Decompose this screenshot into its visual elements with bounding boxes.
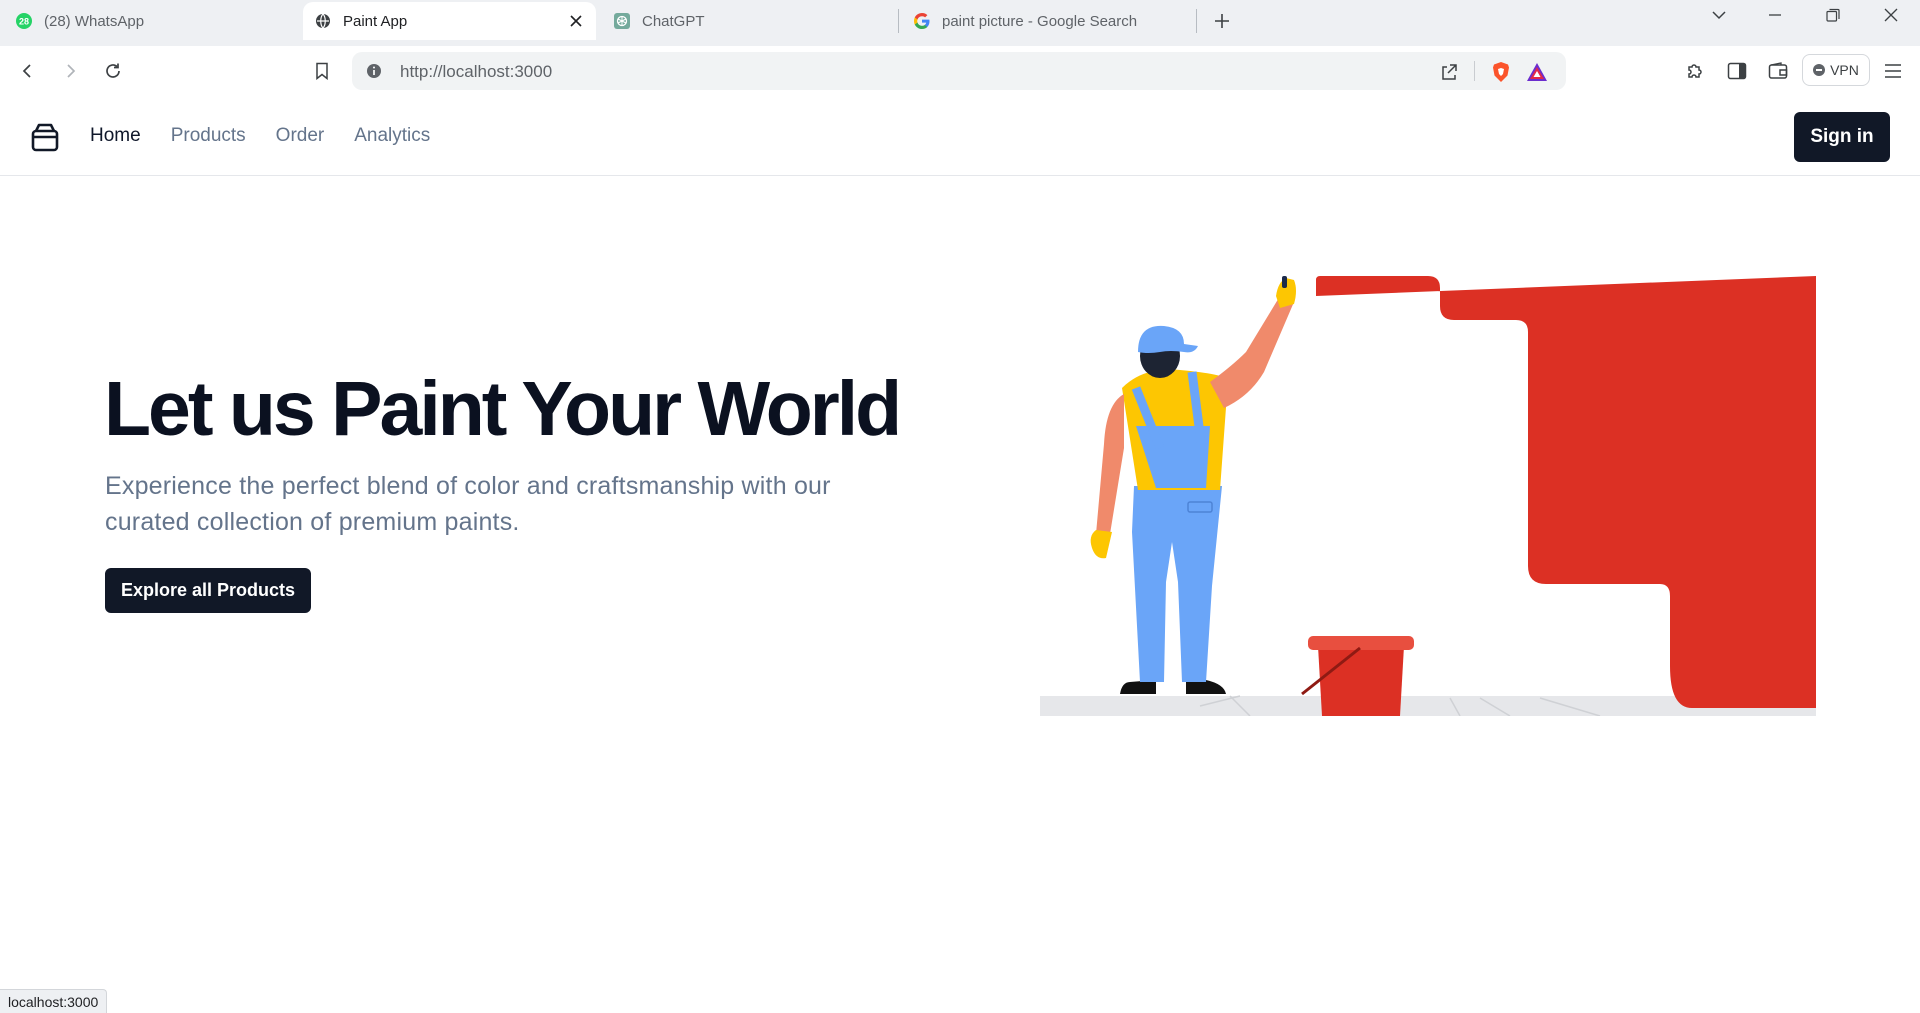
painter-shoe-left xyxy=(1120,680,1156,694)
bag-icon[interactable] xyxy=(30,122,60,152)
painter-glove-left xyxy=(1090,530,1112,559)
arrow-right-icon xyxy=(67,64,76,78)
close-icon xyxy=(1884,8,1898,22)
paintbrush xyxy=(1282,276,1287,288)
globe-icon xyxy=(315,13,331,29)
site-info-icon[interactable] xyxy=(366,63,382,79)
painter-illustration xyxy=(1040,276,1816,716)
painter-arm-right xyxy=(1210,296,1294,408)
bookmark-button[interactable] xyxy=(308,57,336,85)
tab-google-search[interactable]: paint picture - Google Search xyxy=(914,2,1194,40)
vpn-label: VPN xyxy=(1830,62,1859,78)
tab-search-button[interactable] xyxy=(1696,0,1742,30)
restore-button[interactable] xyxy=(1810,0,1856,30)
minimize-button[interactable] xyxy=(1752,0,1798,30)
back-button[interactable] xyxy=(14,57,42,85)
whatsapp-icon: 28 xyxy=(16,13,32,29)
tab-title: Paint App xyxy=(343,12,408,30)
status-bar: localhost:3000 xyxy=(0,989,108,1013)
nav-link-order[interactable]: Order xyxy=(276,125,325,147)
tab-paint-app[interactable]: Paint App xyxy=(303,2,596,40)
nav-link-home[interactable]: Home xyxy=(90,125,141,147)
painter-shoe-right xyxy=(1186,680,1226,694)
tab-separator xyxy=(898,9,899,33)
bookmark-icon xyxy=(316,62,328,80)
site-navbar: Home Products Order Analytics Sign in xyxy=(0,96,1920,176)
extensions-button[interactable] xyxy=(1681,57,1709,85)
forward-button[interactable] xyxy=(56,57,84,85)
sidebar-button[interactable] xyxy=(1723,57,1751,85)
hamburger-icon xyxy=(1885,64,1901,78)
wallet-icon xyxy=(1768,62,1788,79)
paint-bucket xyxy=(1318,646,1404,716)
restore-icon xyxy=(1826,8,1840,22)
chatgpt-icon xyxy=(614,13,630,29)
reload-button[interactable] xyxy=(99,57,127,85)
close-window-button[interactable] xyxy=(1868,0,1914,30)
address-bar[interactable]: http://localhost:3000 xyxy=(352,52,1566,90)
puzzle-icon xyxy=(1688,64,1702,78)
omnibox-divider xyxy=(1474,61,1475,81)
reload-icon xyxy=(106,63,120,78)
wallet-button[interactable] xyxy=(1764,57,1792,85)
explore-products-button[interactable]: Explore all Products xyxy=(105,568,311,613)
bucket-rim xyxy=(1308,636,1414,650)
google-icon xyxy=(914,13,930,29)
nav-link-analytics[interactable]: Analytics xyxy=(354,125,430,147)
arrow-left-icon xyxy=(22,64,31,78)
vpn-status-icon xyxy=(1813,64,1826,76)
close-tab-icon[interactable] xyxy=(568,13,584,29)
chevron-down-icon xyxy=(1712,11,1726,20)
main-nav: Home Products Order Analytics xyxy=(90,96,430,176)
plus-icon xyxy=(1215,14,1229,28)
menu-button[interactable] xyxy=(1879,57,1907,85)
sign-in-button[interactable]: Sign in xyxy=(1794,112,1890,162)
browser-toolbar: http://localhost:3000 VPN xyxy=(0,46,1920,96)
painter-cap xyxy=(1138,325,1198,353)
tab-chatgpt[interactable]: ChatGPT xyxy=(614,2,894,40)
tab-whatsapp[interactable]: 28 (28) WhatsApp xyxy=(16,2,286,40)
brave-shields-icon[interactable] xyxy=(1490,61,1512,83)
browser-tab-strip: 28 (28) WhatsApp Paint App ChatGPT paint… xyxy=(0,0,1920,46)
tab-title: ChatGPT xyxy=(642,12,705,30)
painter-arm-left xyxy=(1096,394,1124,534)
painter-overalls-legs xyxy=(1132,486,1222,682)
vpn-button[interactable]: VPN xyxy=(1802,54,1870,86)
new-tab-button[interactable] xyxy=(1210,9,1234,33)
tab-separator xyxy=(1196,9,1197,33)
url-text[interactable]: http://localhost:3000 xyxy=(400,62,552,82)
sidebar-icon xyxy=(1727,62,1747,80)
share-icon[interactable] xyxy=(1438,61,1460,83)
brave-rewards-icon[interactable] xyxy=(1526,61,1548,83)
tab-title: paint picture - Google Search xyxy=(942,12,1138,30)
tab-badge: 28 xyxy=(19,17,29,27)
hero-subtitle: Experience the perfect blend of color an… xyxy=(105,472,831,536)
page-content: Home Products Order Analytics Sign in Le… xyxy=(0,96,1920,1013)
minimize-icon xyxy=(1769,14,1781,16)
tab-title: (28) WhatsApp xyxy=(44,12,145,30)
hero-title: Let us Paint Your World xyxy=(104,366,902,452)
nav-link-products[interactable]: Products xyxy=(171,125,246,147)
